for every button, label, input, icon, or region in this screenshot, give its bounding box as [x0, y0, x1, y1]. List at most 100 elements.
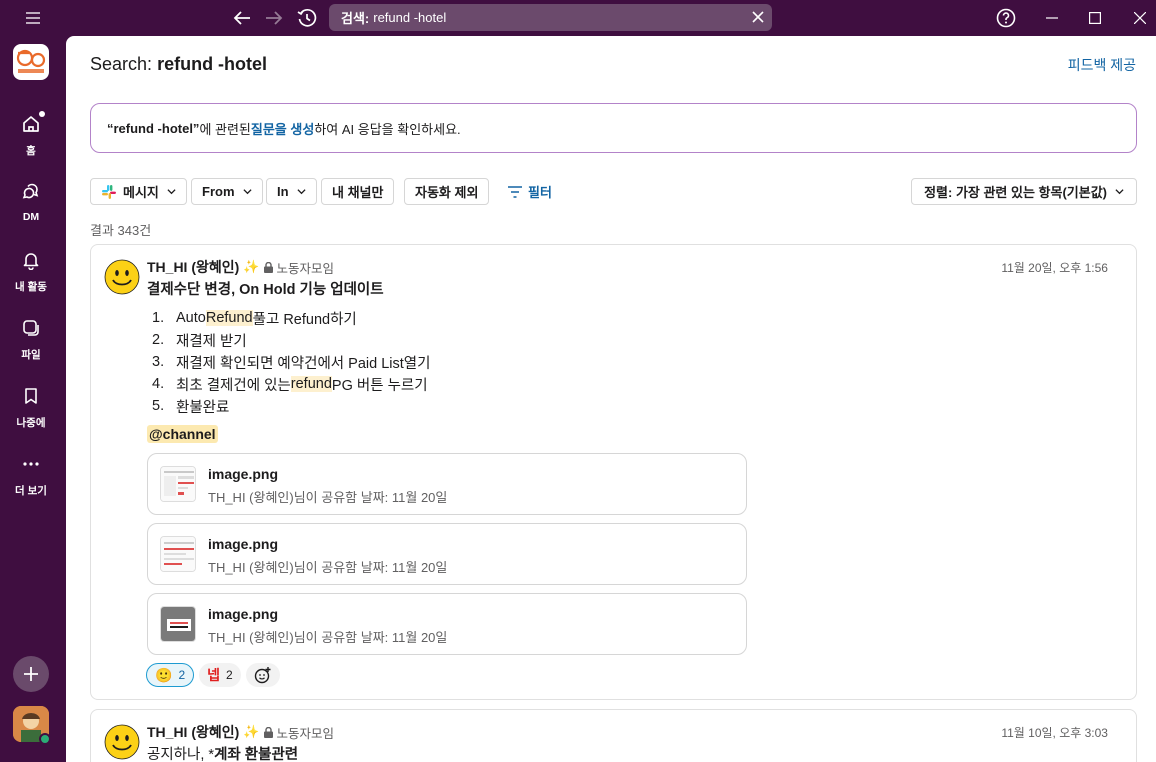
messages-filter-button[interactable]: 메시지	[90, 178, 187, 205]
channel-label: 노동자모임	[276, 261, 335, 276]
timestamp[interactable]: 11월 20일, 오후 1:56	[1001, 259, 1108, 276]
bell-icon	[13, 244, 49, 276]
list-number: 2.	[152, 332, 165, 348]
chevron-down-icon	[1115, 189, 1124, 195]
reaction-smile[interactable]: 🙂 2	[146, 663, 195, 687]
channel-name[interactable]: 노동자모임	[263, 723, 334, 742]
slack-icon	[102, 184, 116, 199]
menu-icon[interactable]	[22, 8, 44, 28]
sort-dropdown[interactable]: 정렬: 가장 관련 있는 항목(기본값)	[911, 178, 1137, 205]
list-item: 4. 최초 결제건에 있는 refund PG 버튼 누르기	[152, 373, 430, 395]
file-name: image.png	[208, 466, 279, 482]
message-title: 결제수단 변경, On Hold 기능 업데이트	[147, 282, 384, 298]
title-plain: 공지하나, *	[147, 747, 215, 762]
file-attachment[interactable]: image.png TH_HI (왕혜인)님이 공유함 날짜: 11월 20일	[147, 593, 747, 655]
exclude-automation-label: 자동화 제외	[415, 185, 479, 200]
rail-label: DM	[22, 211, 40, 223]
list-item: 1. Auto Refund 풀고 Refund하기	[152, 307, 430, 329]
list-number: 1.	[152, 310, 165, 326]
result-count: 결과 343건	[90, 223, 152, 238]
search-query: refund -hotel	[373, 10, 447, 25]
my-channels-label: 내 채널만	[332, 185, 384, 200]
lock-icon	[263, 726, 273, 738]
filter-icon	[508, 185, 522, 198]
file-thumbnail	[160, 466, 196, 502]
author-name[interactable]: TH_HI (왕혜인)	[147, 257, 239, 277]
add-button[interactable]	[13, 656, 49, 692]
list-text: 최초 결제건에 있는	[176, 377, 291, 394]
rail-item-files[interactable]: 파일	[0, 312, 62, 362]
workspace-logo[interactable]	[13, 44, 49, 80]
list-number: 3.	[152, 354, 165, 370]
from-filter-button[interactable]: From	[191, 178, 263, 205]
list-text: 풀고 Refund하기	[252, 311, 357, 328]
highlight: Refund	[205, 310, 253, 326]
file-name: image.png	[208, 606, 279, 622]
generate-question-link[interactable]: 질문을 생성	[251, 119, 314, 138]
sort-label: 정렬: 가장 관련 있는 항목(기본값)	[924, 185, 1107, 200]
chevron-down-icon	[242, 189, 252, 195]
ai-query: “refund -hotel”	[107, 120, 200, 136]
clear-search-icon[interactable]	[750, 9, 766, 25]
rail-item-dm[interactable]: DM	[0, 176, 62, 223]
maximize-icon[interactable]	[1083, 6, 1107, 30]
message-meta: TH_HI (왕혜인) ✨ 노동자모임	[147, 722, 334, 742]
timestamp[interactable]: 11월 10일, 오후 3:03	[1001, 724, 1108, 741]
list-text: Auto	[176, 310, 206, 326]
list-item: 3. 재결제 확인되면 예약건에서 Paid List열기	[152, 351, 430, 373]
home-icon	[13, 108, 49, 140]
author-name[interactable]: TH_HI (왕혜인)	[147, 722, 239, 742]
add-reaction-button[interactable]	[245, 663, 280, 687]
search-label: 검색:	[341, 11, 370, 26]
title-query: refund -hotel	[157, 54, 268, 74]
page-title: Search: refund -hotel	[90, 54, 267, 75]
ai-prompt-box: “refund -hotel” 에 관련된 질문을 생성 하여 AI 응답을 확인하…	[90, 103, 1137, 153]
filter-bar: 메시지 From In 내 채널만 자동화 제외 필터 정렬: 가장 관련 있는…	[90, 178, 1137, 205]
left-rail: 홈 DM 내 활동 파일 나중에 더 보기	[0, 36, 66, 762]
add-reaction-icon	[254, 667, 271, 684]
filter-button[interactable]: 필터	[508, 178, 552, 205]
search-bar[interactable]: 검색: refund -hotel	[329, 4, 772, 31]
rail-label: 내 활동	[15, 281, 47, 293]
minimize-icon[interactable]	[1040, 6, 1064, 30]
forward-arrow-icon[interactable]	[262, 6, 286, 30]
in-filter-button[interactable]: In	[266, 178, 317, 205]
channel-mention[interactable]: @channel	[147, 425, 218, 443]
rail-item-later[interactable]: 나중에	[0, 380, 62, 430]
plus-icon	[24, 667, 38, 681]
my-channels-button[interactable]: 내 채널만	[321, 178, 395, 205]
list-text: 재결제 받기	[176, 333, 247, 350]
file-attachment[interactable]: image.png TH_HI (왕혜인)님이 공유함 날짜: 11월 20일	[147, 453, 747, 515]
file-thumbnail	[160, 606, 196, 642]
rail-item-activity[interactable]: 내 활동	[0, 244, 62, 294]
lock-icon	[263, 261, 273, 273]
chevron-down-icon	[296, 189, 306, 195]
exclude-automation-button[interactable]: 자동화 제외	[404, 178, 490, 205]
search-result-card[interactable]: TH_HI (왕혜인) ✨ 노동자모임 11월 20일, 오후 1:56 결제수…	[90, 244, 1137, 700]
dm-icon	[13, 176, 49, 208]
smiley-avatar	[104, 724, 140, 760]
channel-name[interactable]: 노동자모임	[263, 258, 335, 277]
search-result-card[interactable]: TH_HI (왕혜인) ✨ 노동자모임 11월 10일, 오후 3:03 공지하…	[90, 709, 1137, 762]
feedback-link[interactable]: 피드백 제공	[1068, 55, 1136, 75]
list-text: 재결제 확인되면 예약건에서 Paid List열기	[176, 355, 431, 372]
file-thumbnail	[160, 536, 196, 572]
more-icon	[13, 448, 49, 480]
rail-label: 더 보기	[15, 485, 47, 497]
chevron-down-icon	[167, 189, 176, 195]
message-title: 공지하나, *계좌 환불관련	[147, 743, 298, 762]
back-arrow-icon[interactable]	[230, 6, 254, 30]
history-icon[interactable]	[294, 5, 320, 31]
reaction-count: 2	[178, 668, 186, 682]
list-text: PG 버튼 누르기	[331, 377, 428, 394]
rail-item-more[interactable]: 더 보기	[0, 448, 62, 498]
reaction-nep[interactable]: 넵 2	[199, 663, 241, 687]
filter-label: 필터	[528, 185, 552, 200]
from-filter-label: From	[202, 184, 235, 199]
title-prefix: Search:	[90, 54, 153, 74]
help-icon[interactable]	[994, 6, 1018, 30]
file-attachment[interactable]: image.png TH_HI (왕혜인)님이 공유함 날짜: 11월 20일	[147, 523, 747, 585]
rail-item-home[interactable]: 홈	[0, 108, 62, 158]
close-window-icon[interactable]	[1128, 6, 1152, 30]
reaction-label: 넵	[207, 667, 221, 683]
